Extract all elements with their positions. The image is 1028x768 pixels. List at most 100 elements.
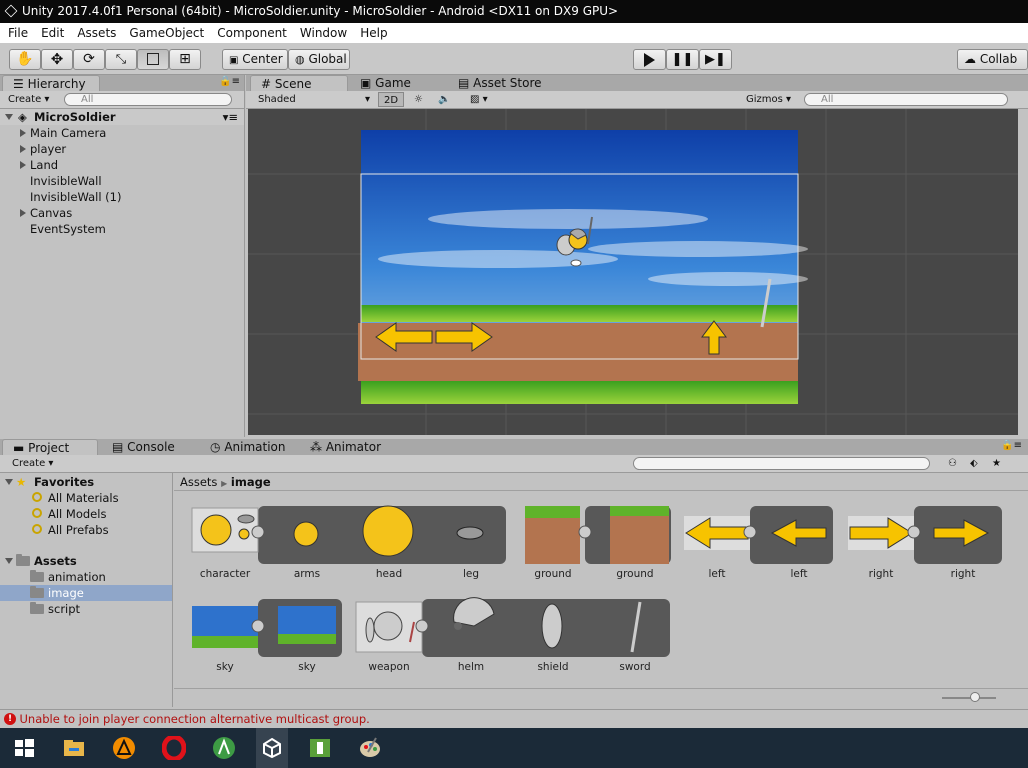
hierarchy-item-player[interactable]: player (0, 141, 244, 157)
unity-taskbar-icon[interactable] (256, 728, 288, 768)
hierarchy-item-eventsystem[interactable]: EventSystem (0, 221, 244, 237)
menu-window[interactable]: Window (292, 23, 352, 43)
status-bar[interactable]: ! Unable to join player connection alter… (0, 709, 1028, 728)
asset-label[interactable]: sky (185, 661, 265, 673)
asset-label[interactable]: head (349, 568, 429, 580)
asset-label[interactable]: right (841, 568, 921, 580)
expand-icon[interactable] (5, 558, 13, 564)
tab-animator[interactable]: ⁂ Animator (300, 439, 389, 455)
pivot-center-button[interactable]: ▣ Center (222, 49, 288, 70)
android-studio-icon[interactable] (212, 736, 236, 760)
favorites-header[interactable]: ★ Favorites (0, 474, 172, 490)
menu-gameobject[interactable]: GameObject (121, 23, 209, 43)
project-create-dropdown[interactable]: Create ▾ (8, 456, 57, 471)
transform-tool-button[interactable]: ⊞ (169, 49, 201, 70)
hierarchy-search-input[interactable]: All (64, 93, 232, 106)
breadcrumb-image[interactable]: image (231, 475, 271, 489)
opera-icon[interactable] (161, 734, 187, 762)
tab-scene[interactable]: # Scene (250, 75, 348, 91)
scene-menu-icon[interactable]: ▾≡ (223, 109, 238, 125)
tab-animation[interactable]: ◷ Animation (200, 439, 294, 455)
asset-label[interactable]: weapon (349, 661, 429, 673)
scene-search-input[interactable]: All (804, 93, 1008, 106)
search-icon (32, 508, 42, 518)
asset-label[interactable]: right (923, 568, 1003, 580)
lighting-toggle[interactable]: ☼ (410, 92, 427, 107)
asset-label[interactable]: sword (595, 661, 675, 673)
expand-icon[interactable] (5, 114, 13, 120)
play-button[interactable] (633, 49, 666, 70)
asset-label[interactable]: left (759, 568, 839, 580)
tab-asset-store[interactable]: ▤ Asset Store (448, 75, 550, 91)
zoom-slider[interactable] (942, 697, 996, 699)
rect-tool-button[interactable] (137, 49, 169, 70)
collab-button[interactable]: ☁ Collab ▾ (957, 49, 1028, 85)
favorite-star-icon[interactable]: ★ (988, 456, 1005, 471)
favorite-all-models[interactable]: All Models (0, 506, 172, 522)
windows-start-icon[interactable] (12, 736, 36, 760)
tab-game[interactable]: ▣ Game (350, 75, 419, 91)
zoom-slider-handle[interactable] (970, 692, 980, 702)
asset-label[interactable]: arms (267, 568, 347, 580)
menu-assets[interactable]: Assets (69, 23, 121, 43)
project-search-input[interactable] (633, 457, 930, 470)
asset-label[interactable]: character (185, 568, 265, 580)
folder-script[interactable]: script (0, 601, 172, 617)
asset-label[interactable]: ground (595, 568, 675, 580)
assets-root[interactable]: Assets (0, 553, 172, 569)
chevron-right-icon: ▶ (221, 479, 228, 488)
shading-mode-dropdown[interactable]: Shaded ▾ (254, 92, 372, 107)
menu-file[interactable]: File (0, 23, 33, 43)
move-tool-button[interactable]: ✥ (41, 49, 73, 70)
file-explorer-icon[interactable] (62, 736, 86, 760)
hierarchy-item-main-camera[interactable]: Main Camera (0, 125, 244, 141)
effects-dropdown[interactable]: ▨ ▾ (466, 92, 492, 107)
hierarchy-item-canvas[interactable]: Canvas (0, 205, 244, 221)
pause-button[interactable]: ❚❚ (666, 49, 699, 70)
create-dropdown[interactable]: Create ▾ (4, 92, 53, 107)
asset-label[interactable]: ground (513, 568, 593, 580)
folder-image[interactable]: image (0, 585, 172, 601)
tab-console[interactable]: ▤ Console (102, 439, 183, 455)
tab-hierarchy[interactable]: ☰ Hierarchy (2, 75, 100, 91)
hierarchy-item-invisiblewall[interactable]: InvisibleWall (0, 173, 244, 189)
green-app-icon[interactable] (308, 736, 332, 760)
favorite-all-materials[interactable]: All Materials (0, 490, 172, 506)
filter-label-icon[interactable]: ⬖ (966, 456, 982, 471)
menu-edit[interactable]: Edit (33, 23, 69, 43)
tab-project[interactable]: ▬ Project (2, 439, 98, 455)
scene-viewport[interactable] (248, 109, 1018, 435)
avast-icon[interactable] (112, 736, 136, 760)
expand-icon[interactable] (20, 209, 26, 217)
panel-menu-icon[interactable]: 🔒≡ (219, 76, 240, 87)
asset-label[interactable]: sky (267, 661, 347, 673)
scene-root[interactable]: ◈ MicroSoldier ▾≡ (0, 109, 244, 125)
scale-tool-button[interactable]: ⤡ (105, 49, 137, 70)
asset-label[interactable]: left (677, 568, 757, 580)
expand-icon[interactable] (5, 479, 13, 485)
breadcrumb-assets[interactable]: Assets (180, 475, 217, 489)
favorite-all-prefabs[interactable]: All Prefabs (0, 522, 172, 538)
paint-icon[interactable] (358, 736, 382, 760)
folder-animation[interactable]: animation (0, 569, 172, 585)
hierarchy-item-invisiblewall-1[interactable]: InvisibleWall (1) (0, 189, 244, 205)
menu-help[interactable]: Help (352, 23, 392, 43)
asset-label[interactable]: leg (431, 568, 511, 580)
filter-type-icon[interactable]: ⚇ (944, 456, 961, 471)
hand-tool-button[interactable]: ✋ (9, 49, 41, 70)
menu-component[interactable]: Component (209, 23, 292, 43)
rotate-tool-button[interactable]: ⟳ (73, 49, 105, 70)
expand-icon[interactable] (20, 145, 26, 153)
asset-label[interactable]: shield (513, 661, 593, 673)
expand-icon[interactable] (20, 161, 26, 169)
gizmos-dropdown[interactable]: Gizmos ▾ (742, 92, 795, 107)
expand-icon[interactable] (20, 129, 26, 137)
hierarchy-item-land[interactable]: Land (0, 157, 244, 173)
audio-toggle[interactable]: 🔈 (434, 92, 454, 107)
asset-grid: character arms head leg ground ground le… (174, 492, 1028, 688)
step-button[interactable]: ▶❚ (699, 49, 732, 70)
mode-2d-toggle[interactable]: 2D (378, 92, 404, 107)
panel-menu-icon[interactable]: 🔒≡ (1001, 440, 1022, 451)
global-space-button[interactable]: ◍ Global (288, 49, 350, 70)
asset-label[interactable]: helm (431, 661, 511, 673)
